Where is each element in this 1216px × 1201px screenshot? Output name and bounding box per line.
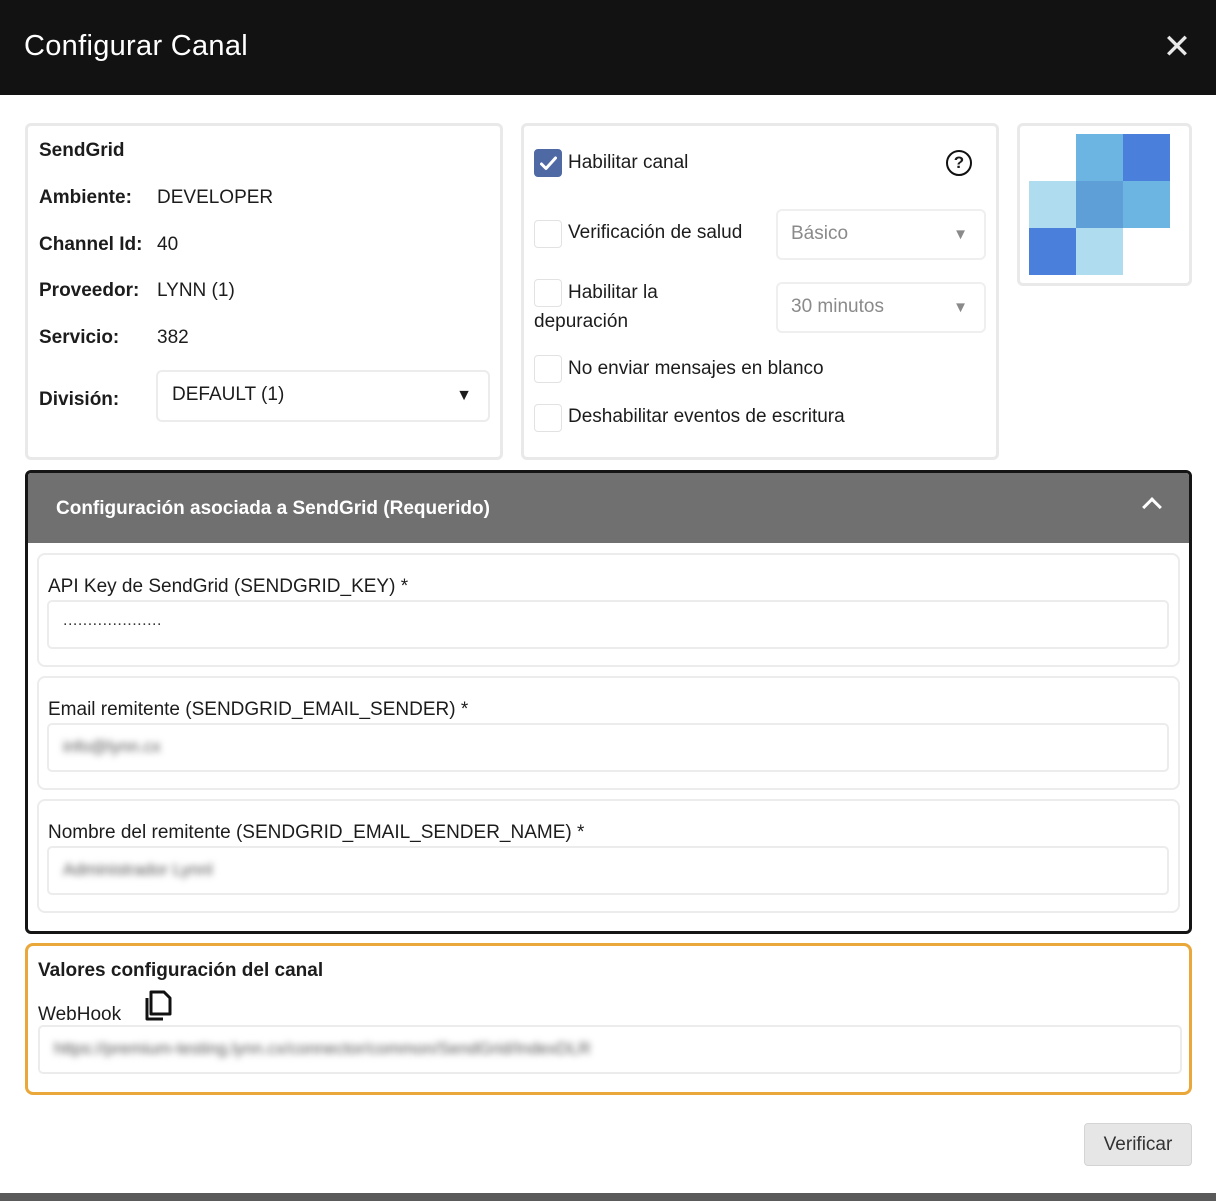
api-key-label: API Key de SendGrid (SENDGRID_KEY) * bbox=[48, 576, 409, 597]
sender-name-input[interactable]: Administrador Lynnl bbox=[47, 846, 1169, 895]
division-label: División: bbox=[39, 389, 120, 410]
required-config-section: Configuración asociada a SendGrid (Reque… bbox=[25, 470, 1192, 934]
webhook-label: WebHook bbox=[38, 1004, 122, 1025]
channel-values-card: Valores configuración del canal WebHook … bbox=[25, 943, 1192, 1095]
info-row-environment: Ambiente: DEVELOPER bbox=[39, 187, 273, 209]
debug-duration-select[interactable]: 30 minutos ▼ bbox=[776, 282, 986, 333]
health-check-checkbox[interactable] bbox=[534, 220, 562, 248]
info-label: Servicio: bbox=[39, 327, 120, 348]
debug-checkbox[interactable] bbox=[534, 279, 562, 307]
info-row-provider: Proveedor: LYNN (1) bbox=[39, 280, 235, 302]
sender-name-value: Administrador Lynnl bbox=[63, 860, 213, 879]
info-label: Ambiente: bbox=[39, 187, 132, 208]
info-row-channel-id: Channel Id: 40 bbox=[39, 234, 178, 256]
sender-email-label: Email remitente (SENDGRID_EMAIL_SENDER) … bbox=[48, 699, 469, 720]
provider-logo-card bbox=[1017, 123, 1192, 286]
configure-channel-modal: Configurar Canal ✕ SendGrid Ambiente: DE… bbox=[0, 0, 1216, 1193]
disable-write-events-label: Deshabilitar eventos de escritura bbox=[568, 406, 845, 427]
close-icon[interactable]: ✕ bbox=[1160, 30, 1194, 64]
info-value: 382 bbox=[157, 327, 189, 348]
modal-header: Configurar Canal ✕ bbox=[0, 0, 1216, 95]
channel-info-card: SendGrid Ambiente: DEVELOPER Channel Id:… bbox=[25, 123, 503, 460]
provider-brand: SendGrid bbox=[39, 140, 125, 161]
health-check-label: Verificación de salud bbox=[568, 222, 743, 243]
sender-email-field-card: Email remitente (SENDGRID_EMAIL_SENDER) … bbox=[37, 676, 1180, 790]
info-label: Proveedor: bbox=[39, 280, 140, 301]
division-select[interactable]: DEFAULT (1) ▼ bbox=[156, 370, 490, 422]
debug-label-line2: depuración bbox=[534, 311, 629, 332]
chevron-down-icon: ▼ bbox=[953, 299, 968, 316]
chevron-up-icon[interactable] bbox=[1142, 497, 1162, 517]
enable-channel-label: Habilitar canal bbox=[568, 152, 689, 173]
debug-label-line1: Habilitar la bbox=[568, 282, 658, 303]
api-key-field-card: API Key de SendGrid (SENDGRID_KEY) * ...… bbox=[37, 553, 1180, 667]
division-label-row: División: bbox=[39, 389, 119, 411]
channel-values-title: Valores configuración del canal bbox=[38, 960, 324, 981]
info-value: DEVELOPER bbox=[157, 187, 274, 208]
channel-options-card: Habilitar canal ? Verificación de salud … bbox=[521, 123, 999, 460]
webhook-url-input[interactable]: https://premium-testing.lynn.cx/connecto… bbox=[38, 1025, 1182, 1074]
enable-channel-checkbox[interactable] bbox=[534, 149, 562, 177]
verify-button[interactable]: Verificar bbox=[1084, 1123, 1192, 1166]
required-config-header[interactable]: Configuración asociada a SendGrid (Reque… bbox=[28, 473, 1189, 543]
info-label: Channel Id: bbox=[39, 234, 143, 255]
sender-email-value: info@lynn.cx bbox=[63, 737, 161, 756]
webhook-url-value: https://premium-testing.lynn.cx/connecto… bbox=[54, 1039, 591, 1058]
help-icon[interactable]: ? bbox=[946, 150, 972, 176]
sender-email-input[interactable]: info@lynn.cx bbox=[47, 723, 1169, 772]
info-value: LYNN (1) bbox=[157, 280, 235, 301]
no-blank-messages-checkbox[interactable] bbox=[534, 355, 562, 383]
api-key-input[interactable]: .................... bbox=[47, 600, 1169, 649]
sender-name-label: Nombre del remitente (SENDGRID_EMAIL_SEN… bbox=[48, 822, 585, 843]
chevron-down-icon: ▼ bbox=[953, 226, 968, 243]
sender-name-field-card: Nombre del remitente (SENDGRID_EMAIL_SEN… bbox=[37, 799, 1180, 913]
chevron-down-icon: ▼ bbox=[456, 387, 472, 404]
disable-write-events-checkbox[interactable] bbox=[534, 404, 562, 432]
health-check-select[interactable]: Básico ▼ bbox=[776, 209, 986, 260]
health-check-select-value: Básico bbox=[791, 223, 849, 244]
copy-icon[interactable] bbox=[141, 990, 173, 1022]
info-row-service: Servicio: 382 bbox=[39, 327, 189, 349]
check-icon bbox=[540, 156, 557, 170]
modal-title: Configurar Canal bbox=[24, 30, 249, 62]
no-blank-messages-label: No enviar mensajes en blanco bbox=[568, 358, 824, 379]
required-config-title: Configuración asociada a SendGrid (Reque… bbox=[56, 498, 490, 519]
debug-duration-value: 30 minutos bbox=[791, 296, 884, 317]
info-value: 40 bbox=[157, 234, 179, 255]
division-selected-value: DEFAULT (1) bbox=[172, 384, 285, 405]
